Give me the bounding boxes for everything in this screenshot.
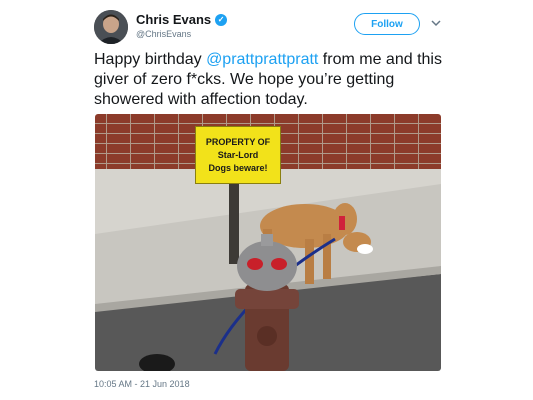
property-sign: PROPERTY OF Star-Lord Dogs beware! [195, 126, 281, 184]
sign-line-1: PROPERTY OF [205, 136, 271, 147]
follow-button[interactable]: Follow [354, 13, 420, 35]
tweet-media-photo[interactable]: PROPERTY OF Star-Lord Dogs beware! [95, 114, 441, 371]
avatar-photo [94, 10, 128, 44]
mention-link[interactable]: @prattprattpratt [206, 51, 318, 68]
user-handle[interactable]: @ChrisEvans [136, 29, 191, 39]
user-name[interactable]: Chris Evans ✓ [136, 12, 228, 27]
sign-line-3: Dogs beware! [208, 162, 268, 173]
verified-badge-icon: ✓ [215, 13, 228, 26]
user-display-name[interactable]: Chris Evans [136, 12, 211, 27]
tweet-card: Chris Evans ✓ @ChrisEvans Follow Happy b… [0, 0, 533, 400]
tweet-timestamp[interactable]: 10:05 AM - 21 Jun 2018 [94, 379, 190, 389]
sign-line-2: Star-Lord [217, 149, 259, 160]
chevron-down-icon[interactable] [430, 17, 442, 29]
avatar[interactable] [94, 10, 128, 44]
tweet-text: Happy birthday @prattprattpratt from me … [94, 50, 444, 110]
tweet-text-before: Happy birthday [94, 51, 207, 68]
